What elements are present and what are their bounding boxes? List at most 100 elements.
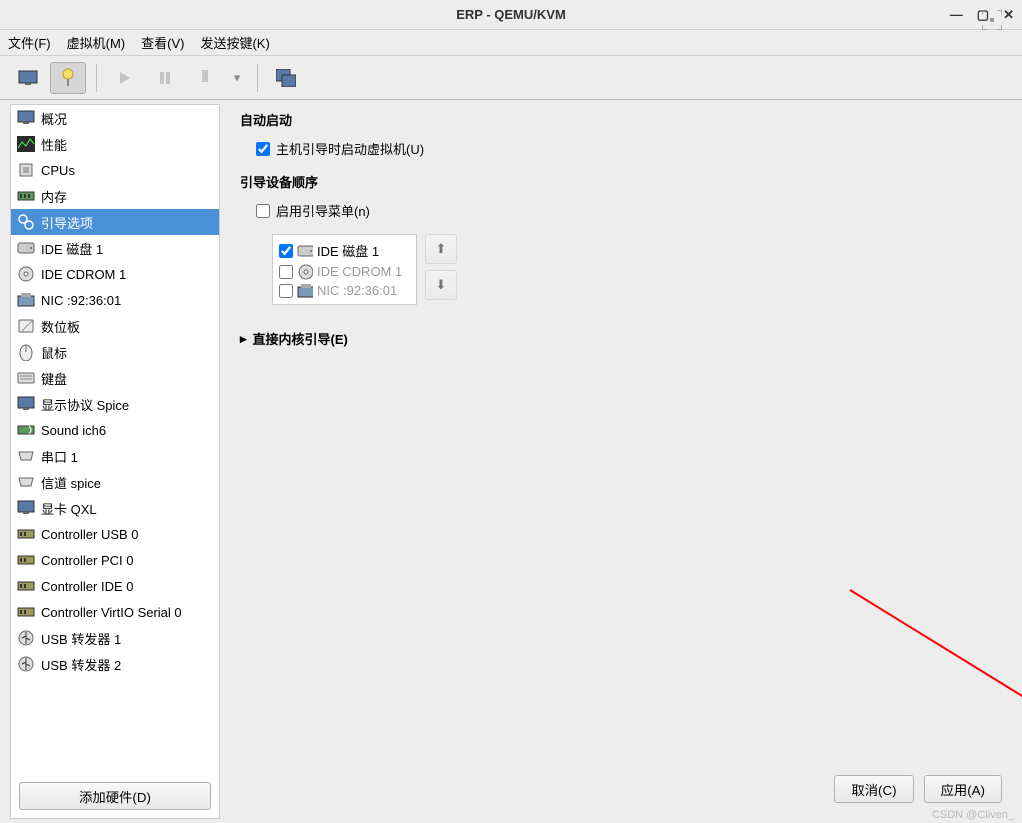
perf-icon bbox=[17, 135, 35, 153]
sidebar-item-label: 键盘 bbox=[41, 369, 67, 388]
apply-button[interactable]: 应用(A) bbox=[924, 775, 1002, 803]
boot-device-checkbox[interactable] bbox=[279, 265, 293, 279]
menu-file[interactable]: 文件(F) bbox=[8, 33, 51, 52]
info-button[interactable] bbox=[50, 62, 86, 94]
sidebar-item-label: Controller PCI 0 bbox=[41, 553, 133, 568]
sidebar-item-label: Controller IDE 0 bbox=[41, 579, 133, 594]
enable-bootmenu-label: 启用引导菜单(n) bbox=[276, 201, 370, 220]
sidebar-item-label: 内存 bbox=[41, 187, 67, 206]
keyboard-icon bbox=[17, 369, 35, 387]
monitor-icon bbox=[17, 109, 35, 127]
boot-device-row[interactable]: IDE CDROM 1 bbox=[273, 262, 416, 281]
sidebar-item-8[interactable]: 数位板 bbox=[11, 313, 219, 339]
boot-device-row[interactable]: NIC :92:36:01 bbox=[273, 281, 416, 300]
nic-icon bbox=[17, 291, 35, 309]
bootorder-title: 引导设备顺序 bbox=[240, 172, 1002, 191]
close-button[interactable]: ✕ bbox=[1003, 7, 1014, 23]
disk-icon bbox=[17, 239, 35, 257]
sidebar-item-3[interactable]: 内存 bbox=[11, 183, 219, 209]
cdrom-icon bbox=[17, 265, 35, 283]
sidebar-item-10[interactable]: 键盘 bbox=[11, 365, 219, 391]
direct-kernel-expander[interactable]: ▸ 直接内核引导(E) bbox=[240, 329, 1002, 348]
sidebar-item-15[interactable]: 显卡 QXL bbox=[11, 495, 219, 521]
sidebar-item-14[interactable]: 信道 spice bbox=[11, 469, 219, 495]
boot-icon bbox=[17, 213, 35, 231]
sidebar-item-label: 鼠标 bbox=[41, 343, 67, 362]
sidebar-item-1[interactable]: 性能 bbox=[11, 131, 219, 157]
sidebar-item-label: 概况 bbox=[41, 109, 67, 128]
boot-device-label: NIC :92:36:01 bbox=[317, 283, 397, 298]
menu-vm[interactable]: 虚拟机(M) bbox=[67, 33, 126, 52]
boot-device-checkbox[interactable] bbox=[279, 284, 293, 298]
sidebar-item-5[interactable]: IDE 磁盘 1 bbox=[11, 235, 219, 261]
disk-icon bbox=[297, 244, 313, 258]
minimize-button[interactable]: — bbox=[950, 7, 963, 23]
sidebar-item-label: USB 转发器 2 bbox=[41, 655, 121, 674]
power-button[interactable] bbox=[187, 62, 223, 94]
annotation-arrow bbox=[840, 580, 1022, 780]
sidebar-item-label: 数位板 bbox=[41, 317, 80, 336]
sidebar-item-2[interactable]: CPUs bbox=[11, 157, 219, 183]
toolbar: ▾ bbox=[0, 56, 1022, 100]
autostart-checkbox[interactable] bbox=[256, 142, 270, 156]
boot-device-row[interactable]: IDE 磁盘 1 bbox=[273, 239, 416, 262]
sidebar-item-4[interactable]: 引导选项 bbox=[11, 209, 219, 235]
cpu-icon bbox=[17, 161, 35, 179]
chevron-right-icon: ▸ bbox=[240, 331, 247, 347]
sidebar-item-label: USB 转发器 1 bbox=[41, 629, 121, 648]
sidebar-item-11[interactable]: 显示协议 Spice bbox=[11, 391, 219, 417]
sidebar-item-9[interactable]: 鼠标 bbox=[11, 339, 219, 365]
sidebar-item-label: 串口 1 bbox=[41, 447, 78, 466]
mouse-icon bbox=[17, 343, 35, 361]
sidebar-item-label: 信道 spice bbox=[41, 473, 101, 492]
sidebar-item-label: 显示协议 Spice bbox=[41, 395, 129, 414]
boot-move-down[interactable]: ⬇ bbox=[425, 270, 457, 300]
display-icon bbox=[17, 395, 35, 413]
console-button[interactable] bbox=[10, 62, 46, 94]
sidebar-item-6[interactable]: IDE CDROM 1 bbox=[11, 261, 219, 287]
power-dropdown[interactable]: ▾ bbox=[227, 62, 247, 94]
enable-bootmenu-checkbox[interactable] bbox=[256, 204, 270, 218]
sidebar-item-label: IDE 磁盘 1 bbox=[41, 239, 103, 258]
ctrl-icon bbox=[17, 525, 35, 543]
nic-icon bbox=[297, 284, 313, 298]
sound-icon bbox=[17, 421, 35, 439]
add-hardware-button[interactable]: 添加硬件(D) bbox=[19, 782, 211, 810]
tablet-icon bbox=[17, 317, 35, 335]
content-pane: 自动启动 主机引导时启动虚拟机(U) 引导设备顺序 启用引导菜单(n) IDE … bbox=[220, 100, 1022, 823]
boot-device-label: IDE 磁盘 1 bbox=[317, 241, 379, 260]
mem-icon bbox=[17, 187, 35, 205]
boot-device-list[interactable]: IDE 磁盘 1 IDE CDROM 1 NIC :92:36:01 bbox=[272, 234, 417, 305]
fullscreen-icon[interactable] bbox=[982, 10, 1002, 33]
sidebar-item-label: 显卡 QXL bbox=[41, 499, 97, 518]
sidebar-item-13[interactable]: 串口 1 bbox=[11, 443, 219, 469]
menu-sendkey[interactable]: 发送按键(K) bbox=[200, 33, 269, 52]
sidebar-item-21[interactable]: USB 转发器 2 bbox=[11, 651, 219, 677]
pause-button[interactable] bbox=[147, 62, 183, 94]
boot-device-checkbox[interactable] bbox=[279, 244, 293, 258]
sidebar-item-19[interactable]: Controller VirtIO Serial 0 bbox=[11, 599, 219, 625]
play-button[interactable] bbox=[107, 62, 143, 94]
sidebar-item-12[interactable]: Sound ich6 bbox=[11, 417, 219, 443]
menu-view[interactable]: 查看(V) bbox=[141, 33, 184, 52]
channel-icon bbox=[17, 473, 35, 491]
sidebar-item-label: Controller VirtIO Serial 0 bbox=[41, 605, 182, 620]
cancel-button[interactable]: 取消(C) bbox=[834, 775, 913, 803]
boot-device-label: IDE CDROM 1 bbox=[317, 264, 402, 279]
sidebar-item-label: 性能 bbox=[41, 135, 67, 154]
sidebar-item-7[interactable]: NIC :92:36:01 bbox=[11, 287, 219, 313]
sidebar-item-label: Controller USB 0 bbox=[41, 527, 139, 542]
sidebar-item-0[interactable]: 概况 bbox=[11, 105, 219, 131]
usb-icon bbox=[17, 655, 35, 673]
serial-icon bbox=[17, 447, 35, 465]
sidebar-item-label: NIC :92:36:01 bbox=[41, 293, 121, 308]
boot-move-up[interactable]: ⬆ bbox=[425, 234, 457, 264]
ctrl-icon bbox=[17, 603, 35, 621]
snapshot-button[interactable] bbox=[268, 62, 304, 94]
sidebar-item-20[interactable]: USB 转发器 1 bbox=[11, 625, 219, 651]
sidebar-item-17[interactable]: Controller PCI 0 bbox=[11, 547, 219, 573]
watermark: CSDN @Cliven_ bbox=[932, 809, 1014, 821]
sidebar-item-16[interactable]: Controller USB 0 bbox=[11, 521, 219, 547]
titlebar: ERP - QEMU/KVM — ▢ ✕ bbox=[0, 0, 1022, 30]
sidebar-item-18[interactable]: Controller IDE 0 bbox=[11, 573, 219, 599]
